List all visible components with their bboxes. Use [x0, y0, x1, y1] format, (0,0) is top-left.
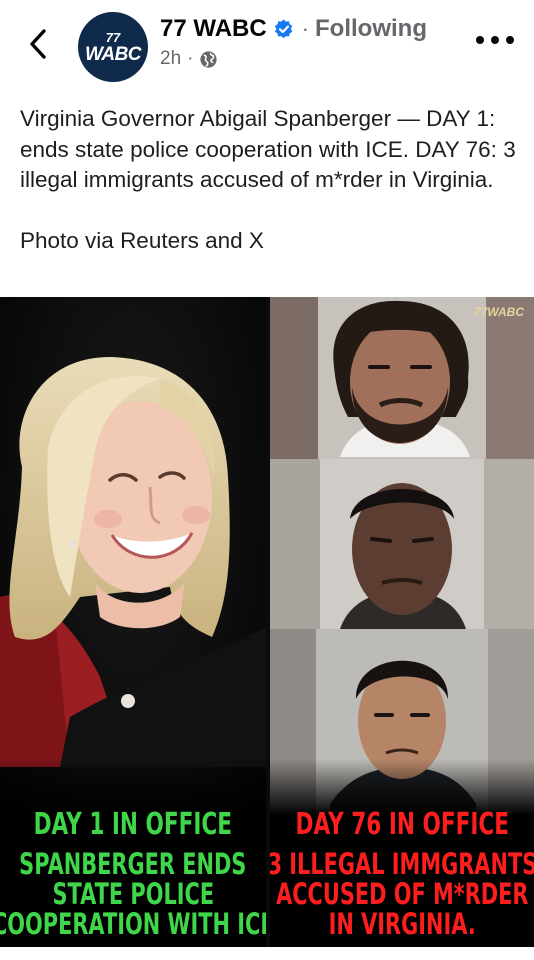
day1-line: SPANBERGER ENDS [19, 846, 247, 881]
globe-icon[interactable] [199, 50, 218, 69]
post-caption: Virginia Governor Abigail Spanberger — D… [20, 106, 516, 253]
mugshot-2 [270, 459, 534, 629]
name-separator: · [301, 16, 310, 41]
avatar-brand: WABC [84, 43, 142, 65]
mugshot-1 [270, 297, 534, 459]
governor-photo-panel: DAY 1 IN OFFICE SPANBERGER ENDS STATE PO… [0, 297, 266, 947]
verified-badge-icon [274, 19, 292, 39]
mugshots-panel: 77WABC DAY 76 IN OFFICE 3 ILLEGAL IMMGRA… [270, 297, 534, 947]
day1-caption: DAY 1 IN OFFICE SPANBERGER ENDS STATE PO… [0, 759, 266, 947]
page-name-row: 77 WABC · Following [160, 15, 427, 43]
avatar-number: 77 [105, 29, 121, 45]
day76-caption: DAY 76 IN OFFICE 3 ILLEGAL IMMGRANTS ACC… [270, 759, 534, 947]
day1-label: DAY 1 IN OFFICE [33, 807, 233, 843]
page-avatar[interactable]: 77 WABC [78, 12, 148, 82]
following-button[interactable]: Following [315, 15, 427, 43]
more-options-icon [476, 36, 484, 44]
day1-line: STATE POLICE [52, 876, 214, 911]
day76-line: ACCUSED OF M*RDER [275, 876, 529, 911]
more-options-icon [506, 36, 514, 44]
meta-separator: · [187, 48, 194, 69]
back-button[interactable] [24, 26, 54, 62]
chevron-left-icon [30, 29, 46, 59]
day1-line: COOPERATION WITH ICE [0, 906, 266, 941]
post-time[interactable]: 2h [160, 48, 181, 70]
more-options-icon [491, 36, 499, 44]
day76-line: 3 ILLEGAL IMMGRANTS [270, 846, 534, 881]
day76-label: DAY 76 IN OFFICE [295, 807, 509, 843]
day76-line: IN VIRGINIA. [328, 906, 476, 941]
post-header: 77 WABC 77 WABC · Following 2h · [0, 0, 534, 90]
post-meta: 2h · [160, 48, 218, 70]
more-options-button[interactable] [476, 36, 514, 50]
post-image[interactable]: DAY 1 IN OFFICE SPANBERGER ENDS STATE PO… [0, 297, 534, 947]
wabc-watermark: 77WABC [473, 305, 524, 319]
page-name[interactable]: 77 WABC [160, 15, 267, 43]
